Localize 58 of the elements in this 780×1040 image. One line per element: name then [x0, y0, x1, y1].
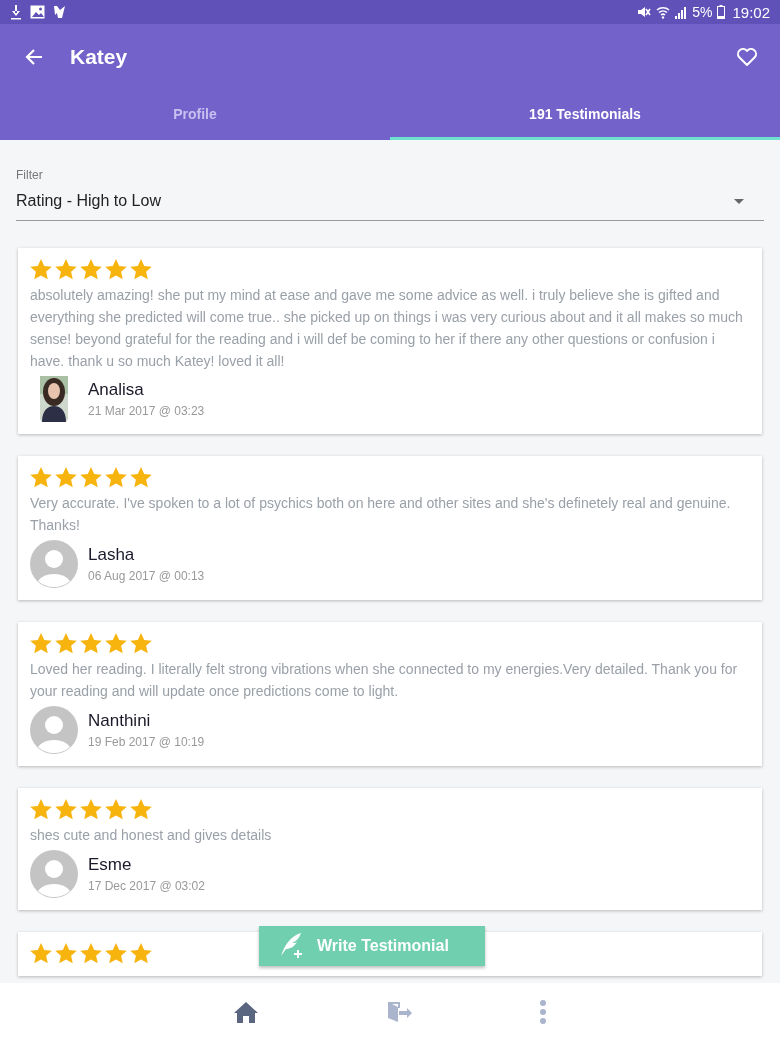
review-date: 19 Feb 2017 @ 10:19: [88, 735, 205, 749]
author-name: Nanthini: [88, 711, 152, 731]
signal-icon: [675, 5, 688, 19]
tab[interactable]: 191 Testimonials: [390, 90, 780, 140]
star-icon: [105, 259, 127, 280]
star-icon: [105, 467, 127, 488]
filter-dropdown[interactable]: Rating - High to Low: [16, 182, 764, 221]
image-icon: [30, 5, 45, 19]
star-icon: [55, 259, 77, 280]
star-icon: [55, 467, 77, 488]
star-icon: [130, 259, 152, 280]
star-icon: [105, 943, 127, 964]
author-name: Analisa: [88, 380, 145, 400]
star-icon: [130, 467, 152, 488]
star-icon: [105, 633, 127, 654]
star-icon: [30, 633, 52, 654]
star-icon: [80, 799, 102, 820]
mute-icon: [637, 5, 652, 19]
feather-plus-icon: [279, 932, 305, 960]
review-date: 06 Aug 2017 @ 00:13: [88, 569, 205, 583]
download-icon: [10, 4, 22, 20]
review-text: Very accurate. I've spoken to a lot of psychics both on here and other sites and she's definetely real and genuine. Thanks!: [30, 494, 732, 535]
more-icon: [540, 999, 546, 1024]
star-icon: [80, 259, 102, 280]
dropdown-caret-icon: [734, 198, 744, 204]
star-icon: [55, 799, 77, 820]
star-icon: [55, 633, 77, 654]
star-icon: [30, 943, 52, 964]
star-icon: [130, 943, 152, 964]
door-exit-icon: [386, 999, 412, 1024]
star-icon: [55, 943, 77, 964]
tab[interactable]: Profile: [0, 90, 390, 140]
star-icon: [130, 633, 152, 654]
star-icon: [80, 633, 102, 654]
filter-label: Filter: [16, 168, 44, 182]
author-name: Lasha: [88, 545, 136, 565]
star-icon: [105, 799, 127, 820]
author-name: Esme: [88, 855, 133, 875]
home-icon: [234, 1000, 258, 1023]
star-icon: [130, 799, 152, 820]
battery-icon: [717, 5, 726, 19]
profile-title: Katey: [70, 45, 128, 69]
review-date: 17 Dec 2017 @ 03:02: [88, 879, 205, 893]
heart-icon: [736, 47, 758, 67]
battery-percent: 5%: [692, 4, 713, 20]
review-text: absolutely amazing! she put my mind at ease and gave me some advice as well. i truly believe she is gifted and everything she predicted will come true.. she picked up on things i was very curious about and it all makes so much sense! beyond grateful for the reading and i will def be coming to her if there any other questions or confusion i have. thank u so much Katey! loved it all!: [30, 286, 744, 371]
clock-time: 19:02: [732, 3, 770, 21]
star-icon: [30, 259, 52, 280]
star-icon: [80, 467, 102, 488]
check-flag-icon: [53, 5, 67, 19]
review-text: Loved her reading. I literally felt strong vibrations when she connected to my energies.Very detailed. Thank you for your reading and will update once predictions come to light.: [30, 660, 739, 701]
wifi-icon: [656, 5, 671, 19]
back-arrow-icon: [24, 47, 44, 67]
star-icon: [80, 943, 102, 964]
star-icon: [30, 467, 52, 488]
review-date: 21 Mar 2017 @ 03:23: [88, 404, 205, 418]
star-icon: [30, 799, 52, 820]
review-text: shes cute and honest and gives details: [30, 826, 273, 845]
